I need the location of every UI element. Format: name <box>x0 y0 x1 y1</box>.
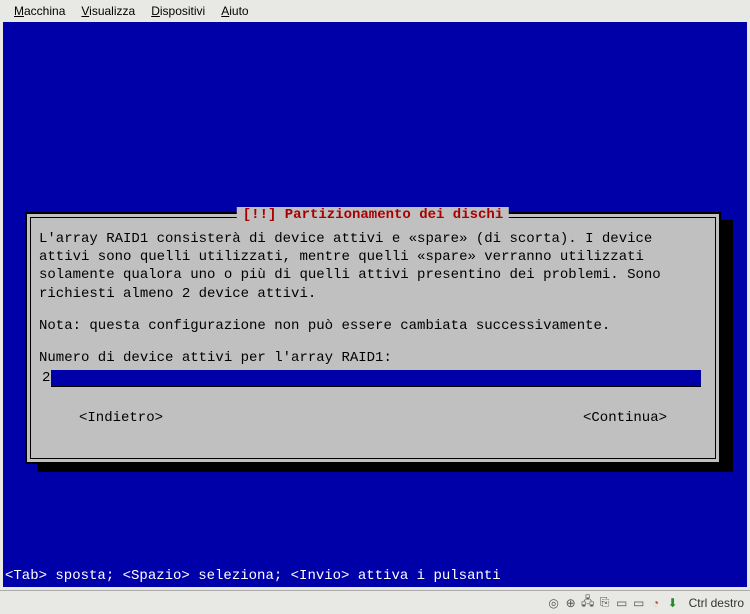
hdd-icon[interactable]: ⊕ <box>564 596 578 610</box>
menu-macchina[interactable]: Macchina <box>6 2 73 20</box>
dialog-frame: [!!] Partizionamento dei dischi L'array … <box>30 217 716 459</box>
active-devices-input[interactable]: 2 <box>41 369 701 387</box>
dialog-text-1: L'array RAID1 consisterà di device attiv… <box>39 230 707 303</box>
vm-menubar: Macchina Visualizza Dispositivi Aiuto <box>0 0 750 22</box>
menu-visualizza[interactable]: Visualizza <box>73 2 143 20</box>
dialog-body: L'array RAID1 consisterà di device attiv… <box>39 230 707 428</box>
input-field[interactable] <box>51 370 701 387</box>
cd-icon[interactable]: ◎ <box>547 596 561 610</box>
shared-folder-icon[interactable]: ▭ <box>615 596 629 610</box>
dialog-text-2: Nota: questa configurazione non può esse… <box>39 317 707 335</box>
host-key-label: Ctrl destro <box>689 596 744 610</box>
mouse-integration-icon[interactable]: ⬇ <box>666 596 680 610</box>
dialog-buttons: <Indietro> <Continua> <box>39 409 707 427</box>
continue-button[interactable]: <Continua> <box>583 409 667 427</box>
usb-icon[interactable]: ⎘ <box>598 596 612 610</box>
menu-dispositivi[interactable]: Dispositivi <box>143 2 213 20</box>
installer-screen: [!!] Partizionamento dei dischi L'array … <box>3 22 747 587</box>
network-icon[interactable]: 🖧 <box>581 596 595 610</box>
menu-aiuto[interactable]: Aiuto <box>213 2 256 20</box>
input-value: 2 <box>41 369 51 387</box>
display-icon[interactable]: ▭ <box>632 596 646 610</box>
vm-statusbar: ◎ ⊕ 🖧 ⎘ ▭ ▭ ◔ ⬇ Ctrl destro <box>0 590 750 614</box>
dialog-title: [!!] Partizionamento dei dischi <box>237 207 509 223</box>
back-button[interactable]: <Indietro> <box>79 409 163 427</box>
input-prompt: Numero di device attivi per l'array RAID… <box>39 349 707 367</box>
partition-dialog: [!!] Partizionamento dei dischi L'array … <box>25 212 721 464</box>
record-icon[interactable]: ◔ <box>649 596 663 610</box>
installer-help-line: <Tab> sposta; <Spazio> seleziona; <Invio… <box>3 568 501 584</box>
